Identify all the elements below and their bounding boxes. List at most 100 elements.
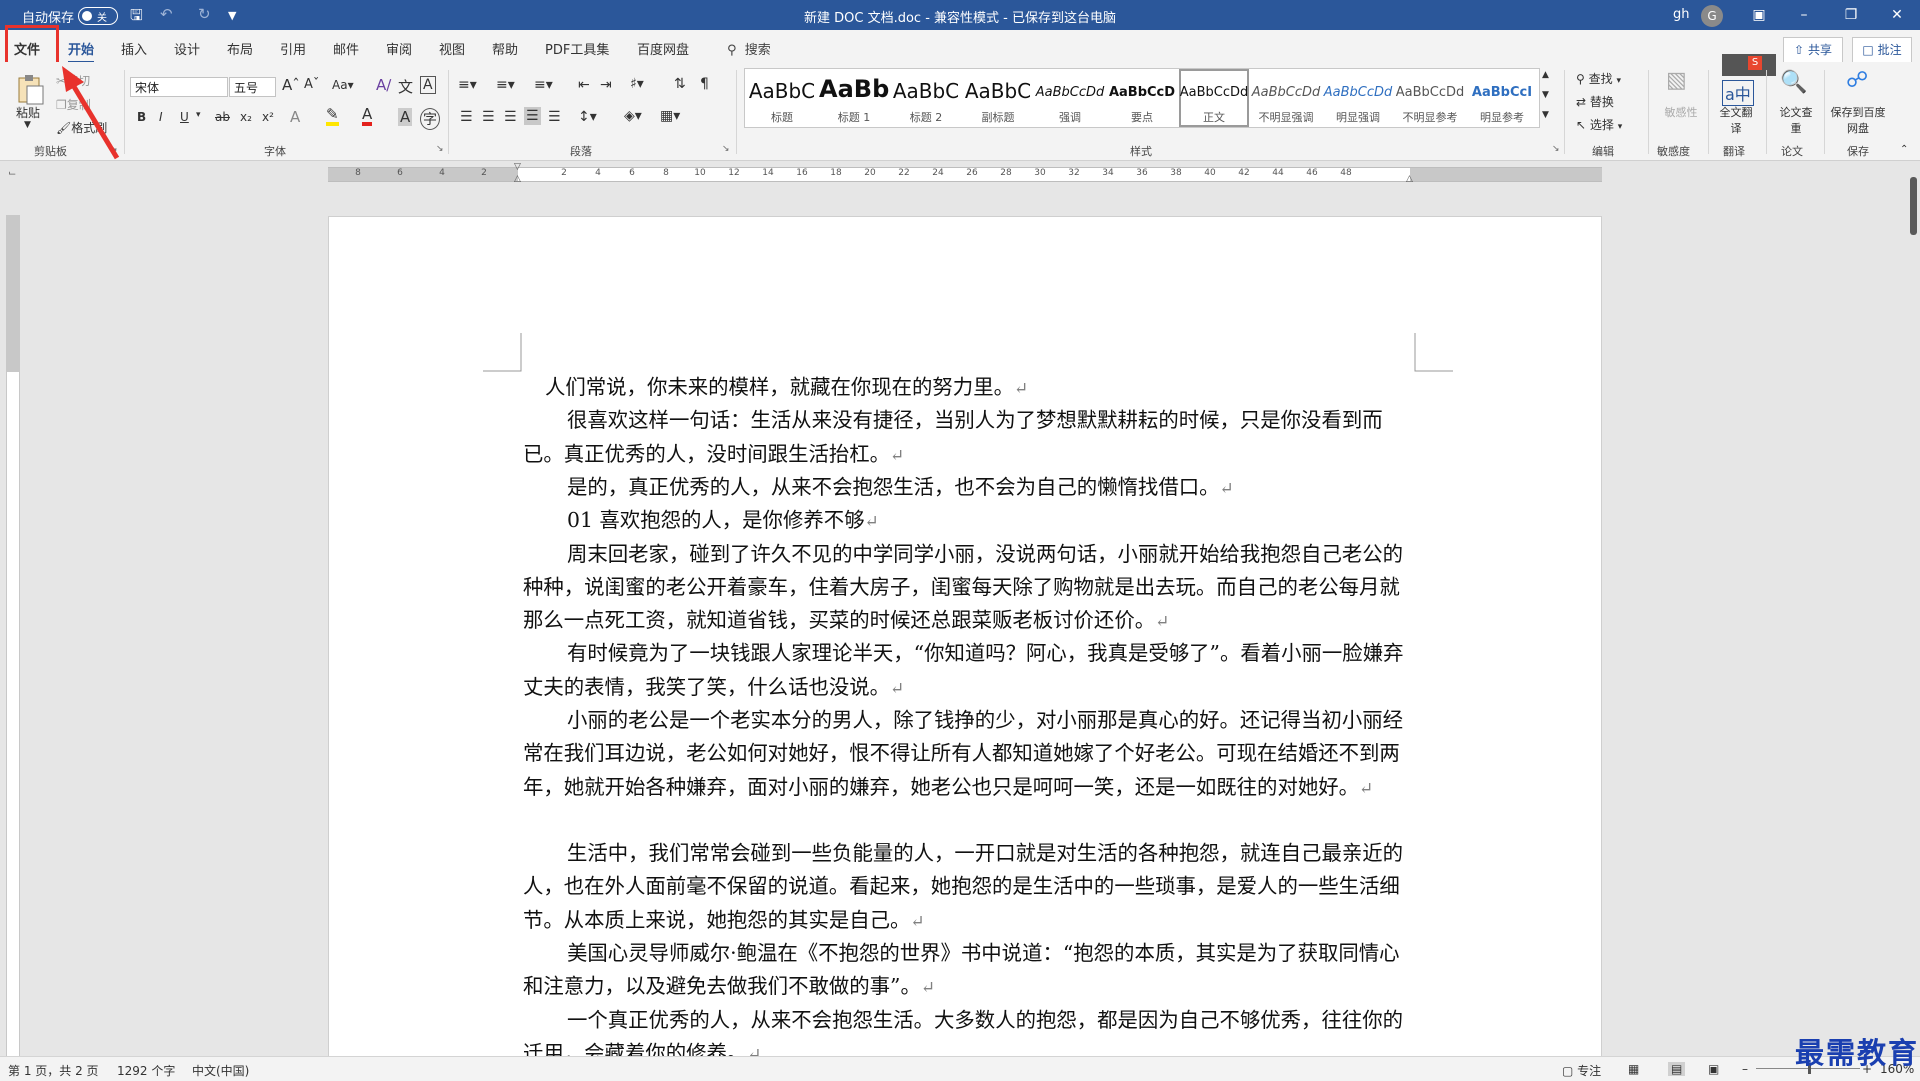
- minimize-icon[interactable]: –: [1789, 3, 1819, 27]
- avatar[interactable]: G: [1701, 5, 1723, 27]
- font-launcher-icon[interactable]: ↘: [436, 144, 444, 154]
- align-left-icon[interactable]: ☰: [460, 109, 473, 125]
- style-heading-2[interactable]: AaBbC 标题 2: [891, 69, 961, 127]
- numbering-icon[interactable]: ≡▾: [496, 77, 515, 93]
- italic-icon[interactable]: I: [159, 110, 163, 124]
- paper-check-icon[interactable]: 🔍: [1780, 70, 1807, 95]
- scrollbar-thumb[interactable]: [1910, 177, 1917, 235]
- full-translate-button[interactable]: 全文翻译: [1718, 104, 1754, 136]
- strikethrough-icon[interactable]: ab: [215, 110, 230, 124]
- read-mode-icon[interactable]: ▦: [1628, 1062, 1639, 1076]
- clear-format-icon[interactable]: A∕: [376, 76, 391, 94]
- collapse-ribbon-icon[interactable]: ⌃: [1900, 144, 1908, 155]
- paragraph-launcher-icon[interactable]: ↘: [722, 144, 730, 154]
- style-intense-reference[interactable]: AaBbCcI 明显参考: [1467, 69, 1537, 127]
- tab-pdf-tools[interactable]: PDF工具集: [545, 39, 609, 58]
- font-size-dropdown[interactable]: 五号: [229, 77, 276, 97]
- tab-mailings[interactable]: 邮件: [333, 39, 359, 58]
- style-subtitle[interactable]: AaBbC 副标题: [963, 69, 1033, 127]
- multilevel-list-icon[interactable]: ≡▾: [534, 77, 553, 93]
- replace-button[interactable]: ⇄ 替换: [1576, 93, 1614, 110]
- tab-view[interactable]: 视图: [439, 39, 465, 58]
- focus-button[interactable]: ▢ 专注: [1562, 1062, 1601, 1079]
- paragraph[interactable]: 美国心灵导师威尔·鲍温在《不抱怨的世界》书中说道：“抱怨的本质，其实是为了获取同…: [523, 937, 1413, 1006]
- superscript-icon[interactable]: x²: [262, 110, 274, 124]
- language[interactable]: 中文(中国): [192, 1062, 249, 1079]
- phonetic-guide-icon[interactable]: 文: [398, 76, 413, 97]
- tab-baidu-netdisk[interactable]: 百度网盘: [637, 39, 689, 58]
- shrink-font-icon[interactable]: Aˇ: [304, 77, 319, 92]
- styles-more-icon[interactable]: ▼: [1542, 110, 1549, 120]
- baidu-netdisk-icon[interactable]: ☍: [1846, 68, 1868, 93]
- tab-references[interactable]: 引用: [280, 39, 306, 58]
- justify-icon[interactable]: ☰: [524, 107, 541, 125]
- style-normal[interactable]: AaBbCcDd 正文: [1179, 69, 1249, 127]
- change-case-icon[interactable]: Aa▾: [332, 78, 354, 92]
- vertical-scrollbar[interactable]: [1908, 175, 1920, 1055]
- font-color-icon[interactable]: A: [362, 106, 373, 126]
- style-emphasis[interactable]: AaBbCcDd 强调: [1035, 69, 1105, 127]
- first-line-indent-marker[interactable]: ▽: [514, 162, 521, 172]
- right-indent-marker[interactable]: △: [1406, 174, 1413, 184]
- ribbon-display-icon[interactable]: ▣: [1744, 3, 1774, 27]
- save-to-baidu-button[interactable]: 保存到百度网盘: [1830, 104, 1886, 136]
- paragraph[interactable]: 人们常说，你未来的模样，就藏在你现在的努力里。↵: [523, 371, 1413, 406]
- font-name-dropdown[interactable]: 宋体: [130, 77, 228, 97]
- paragraph[interactable]: 有时候竟为了一块钱跟人家理论半天，“你知道吗？阿心，我真是受够了”。看着小丽一脸…: [523, 637, 1413, 706]
- zoom-out-icon[interactable]: –: [1742, 1062, 1748, 1076]
- paragraph[interactable]: 生活中，我们常常会碰到一些负能量的人，一开口就是对生活的各种抱怨，就连自己最亲近…: [523, 837, 1413, 939]
- comments-button[interactable]: □ 批注: [1852, 37, 1912, 63]
- paragraph[interactable]: 是的，真正优秀的人，从来不会抱怨生活，也不会为自己的懒惰找借口。↵: [523, 471, 1413, 506]
- left-indent-marker[interactable]: △: [514, 174, 521, 184]
- grow-font-icon[interactable]: Aˆ: [282, 76, 300, 94]
- styles-scroll-up-icon[interactable]: ▲: [1542, 70, 1549, 80]
- print-layout-icon[interactable]: ▤: [1668, 1062, 1686, 1076]
- section-heading[interactable]: 01 喜欢抱怨的人，是你修养不够↵: [523, 504, 1413, 539]
- style-heading-1[interactable]: AaBb 标题 1: [819, 69, 889, 127]
- style-strong[interactable]: AaBbCcD 要点: [1107, 69, 1177, 127]
- paragraph[interactable]: 一个真正优秀的人，从来不会抱怨生活。大多数人的抱怨，都是因为自己不够优秀，往往你…: [523, 1004, 1413, 1057]
- subscript-icon[interactable]: x₂: [240, 110, 252, 124]
- find-button[interactable]: ⚲ 查找 ▾: [1576, 70, 1621, 87]
- char-shading-icon[interactable]: A: [398, 108, 413, 126]
- style-title[interactable]: AaBbC 标题: [747, 69, 817, 127]
- increase-indent-icon[interactable]: ⇥: [600, 77, 612, 93]
- shading-icon[interactable]: ◈▾: [624, 108, 642, 124]
- select-button[interactable]: ↖ 选择 ▾: [1576, 116, 1622, 133]
- enclosed-char-icon[interactable]: 字: [420, 108, 440, 130]
- char-border-icon[interactable]: A: [420, 76, 436, 94]
- paper-check-button[interactable]: 论文查重: [1778, 104, 1814, 136]
- distributed-icon[interactable]: ☰: [548, 109, 561, 125]
- sensitivity-button[interactable]: 敏感性: [1664, 104, 1698, 120]
- close-icon[interactable]: ✕: [1882, 3, 1912, 27]
- styles-launcher-icon[interactable]: ↘: [1552, 144, 1560, 154]
- paragraph[interactable]: 周末回老家，碰到了许久不见的中学同学小丽，没说两句话，小丽就开始给我抱怨自己老公…: [523, 538, 1413, 640]
- text-effects-icon[interactable]: A: [290, 108, 300, 126]
- search-box[interactable]: ⚲ 搜索: [727, 39, 771, 58]
- align-center-icon[interactable]: ☰: [482, 109, 495, 125]
- restore-icon[interactable]: ❐: [1836, 3, 1866, 27]
- align-right-icon[interactable]: ☰: [504, 109, 517, 125]
- show-marks-icon[interactable]: ¶: [700, 76, 709, 92]
- styles-scroll-down-icon[interactable]: ▼: [1542, 90, 1549, 100]
- chinese-layout-icon[interactable]: ♯▾: [630, 76, 644, 92]
- word-count[interactable]: 1292 个字: [117, 1062, 175, 1079]
- tab-help[interactable]: 帮助: [492, 39, 518, 58]
- sensitivity-icon[interactable]: ▧: [1666, 68, 1687, 93]
- decrease-indent-icon[interactable]: ⇤: [578, 77, 590, 93]
- paragraph[interactable]: 很喜欢这样一句话：生活从来没有捷径，当别人为了梦想默默耕耘的时候，只是你没看到而…: [523, 404, 1413, 473]
- line-spacing-icon[interactable]: ↕▾: [578, 109, 597, 125]
- web-layout-icon[interactable]: ▣: [1708, 1062, 1719, 1076]
- underline-icon[interactable]: U: [180, 110, 189, 124]
- share-button[interactable]: ⇧ 共享: [1783, 37, 1843, 63]
- highlight-icon[interactable]: ✎: [326, 106, 339, 126]
- document-page[interactable]: 人们常说，你未来的模样，就藏在你现在的努力里。↵ 很喜欢这样一句话：生活从来没有…: [328, 216, 1602, 1058]
- sort-icon[interactable]: ⇅: [674, 76, 686, 92]
- page-count[interactable]: 第 1 页，共 2 页: [8, 1062, 99, 1079]
- style-intense-emphasis[interactable]: AaBbCcDd 明显强调: [1323, 69, 1393, 127]
- underline-dropdown-icon[interactable]: ▾: [196, 110, 201, 120]
- style-subtle-emphasis[interactable]: AaBbCcDd 不明显强调: [1251, 69, 1321, 127]
- tab-layout[interactable]: 布局: [227, 39, 253, 58]
- vertical-ruler[interactable]: [6, 215, 20, 1057]
- style-subtle-reference[interactable]: AaBbCcDd 不明显参考: [1395, 69, 1465, 127]
